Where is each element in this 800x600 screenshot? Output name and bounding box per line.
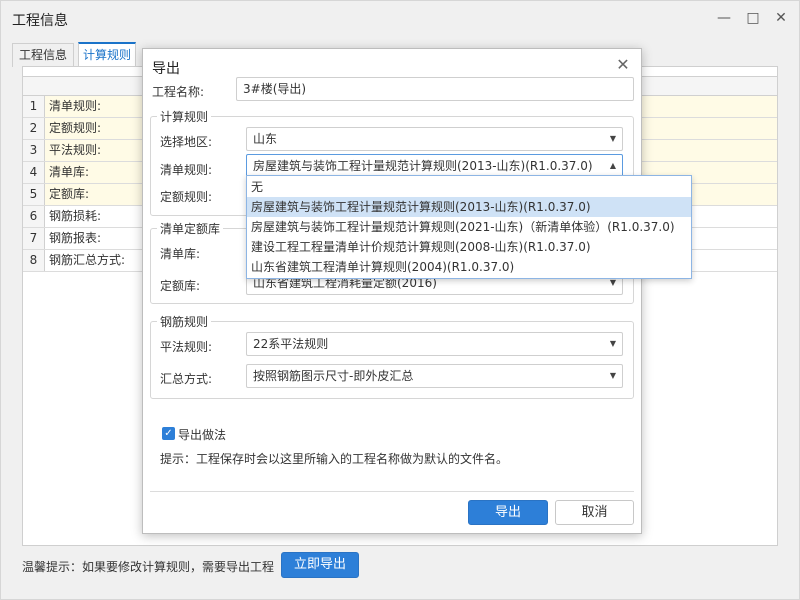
hint-text: 提示：工程保存时会以这里所输入的工程名称做为默认的文件名。 <box>160 452 509 466</box>
flat-rule-value: 22系平法规则 <box>253 337 329 351</box>
dropdown-option[interactable]: 山东省建筑工程清单计算规则(2004)(R1.0.37.0) <box>247 257 691 277</box>
summary-method-value: 按照钢筋图示尺寸-即外皮汇总 <box>253 369 414 383</box>
dialog-title: 导出 <box>152 61 180 77</box>
bill-rule-dropdown: 无 房屋建筑与装饰工程计量规范计算规则(2013-山东)(R1.0.37.0) … <box>246 175 692 279</box>
bill-lib-label: 清单库: <box>160 247 201 261</box>
chevron-down-icon[interactable]: ▼ <box>606 365 620 387</box>
minimize-icon[interactable]: — <box>715 9 733 27</box>
project-name-input[interactable]: 3#楼(导出) <box>236 77 634 101</box>
chevron-up-icon[interactable]: ▲ <box>606 155 620 177</box>
row-label: 清单库: <box>49 165 90 179</box>
dropdown-option-selected[interactable]: 房屋建筑与装饰工程计量规范计算规则(2013-山东)(R1.0.37.0) <box>247 197 691 217</box>
row-number: 1 <box>23 96 45 117</box>
row-label: 定额库: <box>49 187 90 201</box>
row-number: 8 <box>23 250 45 271</box>
calc-rules-group-title: 计算规则 <box>157 108 212 125</box>
quota-lib-label: 定额库: <box>160 279 201 293</box>
footer-tip: 温馨提示：如果要修改计算规则，需要导出工程 <box>22 560 275 574</box>
export-now-button[interactable]: 立即导出 <box>281 552 359 578</box>
row-number: 4 <box>23 162 45 183</box>
flat-rule-label: 平法规则: <box>160 340 213 354</box>
row-label: 清单规则: <box>49 99 102 113</box>
dialog-divider <box>150 491 634 492</box>
summary-method-label: 汇总方式: <box>160 372 213 386</box>
chevron-down-icon[interactable]: ▼ <box>606 128 620 150</box>
window-title: 工程信息 <box>12 13 68 29</box>
region-value: 山东 <box>253 132 278 146</box>
row-label: 定额规则: <box>49 121 102 135</box>
rebar-rules-group-title: 钢筋规则 <box>157 313 212 330</box>
dropdown-option[interactable]: 建设工程工程量清单计价规范计算规则(2008-山东)(R1.0.37.0) <box>247 237 691 257</box>
chevron-down-icon[interactable]: ▼ <box>606 333 620 355</box>
export-method-checkbox[interactable]: ✓ <box>162 427 175 440</box>
dropdown-option[interactable]: 无 <box>247 177 691 197</box>
region-label: 选择地区: <box>160 135 213 149</box>
bill-rule-label: 清单规则: <box>160 163 213 177</box>
close-icon[interactable]: ✕ <box>614 56 632 74</box>
export-button[interactable]: 导出 <box>468 500 548 525</box>
row-number: 3 <box>23 140 45 161</box>
row-number: 6 <box>23 206 45 227</box>
flat-rule-select[interactable]: 22系平法规则 <box>246 332 623 356</box>
row-number: 7 <box>23 228 45 249</box>
row-label: 钢筋汇总方式: <box>49 253 126 267</box>
tab-project-info[interactable]: 工程信息 <box>12 43 74 67</box>
summary-method-select[interactable]: 按照钢筋图示尺寸-即外皮汇总 <box>246 364 623 388</box>
row-number: 2 <box>23 118 45 139</box>
project-name-label: 工程名称: <box>152 85 205 99</box>
export-method-label: 导出做法 <box>178 428 227 442</box>
quota-rule-label: 定额规则: <box>160 190 213 204</box>
cancel-button[interactable]: 取消 <box>555 500 634 525</box>
tab-calc-rules[interactable]: 计算规则 <box>78 42 136 67</box>
row-label: 平法规则: <box>49 143 102 157</box>
dropdown-option[interactable]: 房屋建筑与装饰工程计量规范计算规则(2021-山东)（新清单体验）(R1.0.3… <box>247 217 691 237</box>
close-icon[interactable]: ✕ <box>772 9 790 27</box>
row-number: 5 <box>23 184 45 205</box>
bill-quota-lib-group-title: 清单定额库 <box>157 220 224 237</box>
maximize-icon[interactable]: □ <box>744 9 762 27</box>
region-select[interactable]: 山东 <box>246 127 623 151</box>
row-label: 钢筋报表: <box>49 231 102 245</box>
row-label: 钢筋损耗: <box>49 209 102 223</box>
bill-rule-value: 房屋建筑与装饰工程计量规范计算规则(2013-山东)(R1.0.37.0) <box>253 159 593 173</box>
title-bar: 工程信息 — □ ✕ <box>0 0 800 38</box>
